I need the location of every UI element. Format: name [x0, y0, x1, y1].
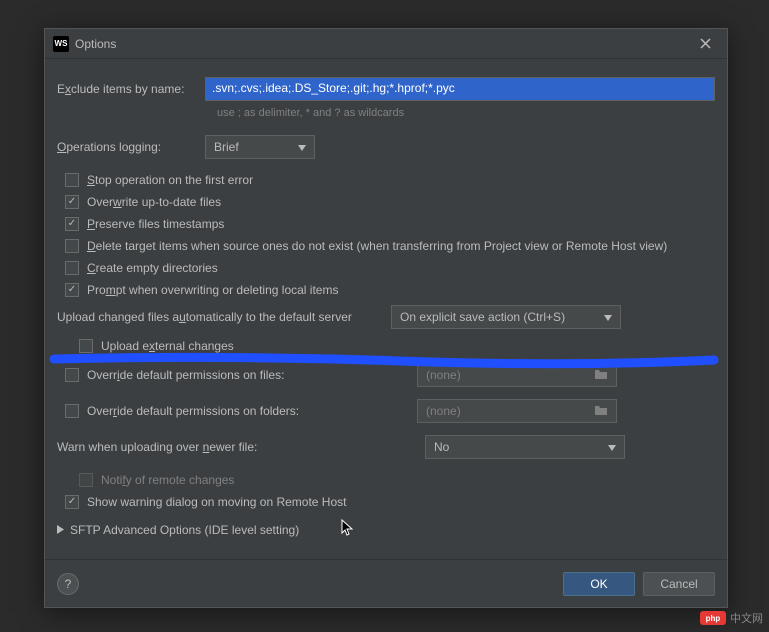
folder-icon — [594, 368, 608, 383]
checkbox-group: Stop operation on the first error Overwr… — [57, 173, 715, 297]
app-icon: WS — [53, 36, 69, 52]
preserve-checkbox[interactable] — [65, 217, 79, 231]
prompt-checkbox[interactable] — [65, 283, 79, 297]
window-title: Options — [75, 37, 691, 51]
watermark-logo: php — [700, 611, 726, 625]
delete-checkbox[interactable] — [65, 239, 79, 253]
external-changes-checkbox[interactable] — [79, 339, 93, 353]
logging-select[interactable]: Brief — [205, 135, 315, 159]
watermark: php 中文网 — [700, 610, 763, 626]
upload-changed-row: Upload changed files automatically to th… — [57, 305, 715, 329]
overwrite-label: Overwrite up-to-date files — [87, 195, 221, 209]
perm-folders-row: Override default permissions on folders:… — [57, 399, 715, 423]
external-changes-row: Upload external changes — [57, 339, 715, 353]
logging-row: Operations logging: Brief — [57, 135, 715, 159]
show-warning-label: Show warning dialog on moving on Remote … — [87, 495, 346, 509]
stop-on-error-row: Stop operation on the first error — [57, 173, 715, 187]
preserve-row: Preserve files timestamps — [57, 217, 715, 231]
upload-changed-label: Upload changed files automatically to th… — [57, 310, 391, 324]
show-warning-row: Show warning dialog on moving on Remote … — [57, 495, 715, 509]
notify-remote-label: Notify of remote changes — [101, 473, 234, 487]
help-button[interactable]: ? — [57, 573, 79, 595]
overwrite-row: Overwrite up-to-date files — [57, 195, 715, 209]
caret-down-icon — [604, 310, 612, 324]
logging-label: Operations logging: — [57, 140, 205, 154]
close-icon — [700, 38, 711, 49]
stop-on-error-label: Stop operation on the first error — [87, 173, 253, 187]
prompt-row: Prompt when overwriting or deleting loca… — [57, 283, 715, 297]
create-dirs-row: Create empty directories — [57, 261, 715, 275]
titlebar: WS Options — [45, 29, 727, 59]
ok-button[interactable]: OK — [563, 572, 635, 596]
perm-folders-select[interactable]: (none) — [417, 399, 617, 423]
warn-newer-select[interactable]: No — [425, 435, 625, 459]
exclude-hint: use ; as delimiter, * and ? as wildcards — [217, 107, 715, 119]
exclude-label: Exclude items by name: — [57, 82, 205, 96]
folder-icon — [594, 404, 608, 419]
create-dirs-checkbox[interactable] — [65, 261, 79, 275]
overwrite-checkbox[interactable] — [65, 195, 79, 209]
delete-label: Delete target items when source ones do … — [87, 239, 667, 253]
show-warning-checkbox[interactable] — [65, 495, 79, 509]
perm-files-checkbox[interactable] — [65, 368, 79, 382]
triangle-right-icon — [57, 523, 64, 537]
prompt-label: Prompt when overwriting or deleting loca… — [87, 283, 338, 297]
caret-down-icon — [298, 140, 306, 154]
perm-files-label: Override default permissions on files: — [87, 368, 284, 382]
warn-newer-label: Warn when uploading over newer file: — [57, 440, 425, 454]
sftp-advanced-expander[interactable]: SFTP Advanced Options (IDE level setting… — [57, 523, 715, 537]
delete-row: Delete target items when source ones do … — [57, 239, 715, 253]
content-area: Exclude items by name: .svn;.cvs;.idea;.… — [45, 59, 727, 559]
perm-folders-checkbox[interactable] — [65, 404, 79, 418]
preserve-label: Preserve files timestamps — [87, 217, 224, 231]
exclude-input[interactable]: .svn;.cvs;.idea;.DS_Store;.git;.hg;*.hpr… — [205, 77, 715, 101]
perm-files-row: Override default permissions on files: (… — [57, 363, 715, 387]
options-dialog: WS Options Exclude items by name: .svn;.… — [44, 28, 728, 608]
warn-newer-row: Warn when uploading over newer file: No — [57, 435, 715, 459]
perm-files-select[interactable]: (none) — [417, 363, 617, 387]
notify-remote-row: Notify of remote changes — [57, 473, 715, 487]
perm-folders-label: Override default permissions on folders: — [87, 404, 299, 418]
external-changes-label: Upload external changes — [101, 339, 234, 353]
exclude-row: Exclude items by name: .svn;.cvs;.idea;.… — [57, 77, 715, 101]
stop-on-error-checkbox[interactable] — [65, 173, 79, 187]
dialog-footer: ? OK Cancel — [45, 559, 727, 607]
create-dirs-label: Create empty directories — [87, 261, 218, 275]
watermark-text: 中文网 — [730, 610, 763, 626]
close-button[interactable] — [691, 30, 719, 58]
caret-down-icon — [608, 440, 616, 454]
notify-remote-checkbox[interactable] — [79, 473, 93, 487]
cancel-button[interactable]: Cancel — [643, 572, 715, 596]
upload-changed-select[interactable]: On explicit save action (Ctrl+S) — [391, 305, 621, 329]
